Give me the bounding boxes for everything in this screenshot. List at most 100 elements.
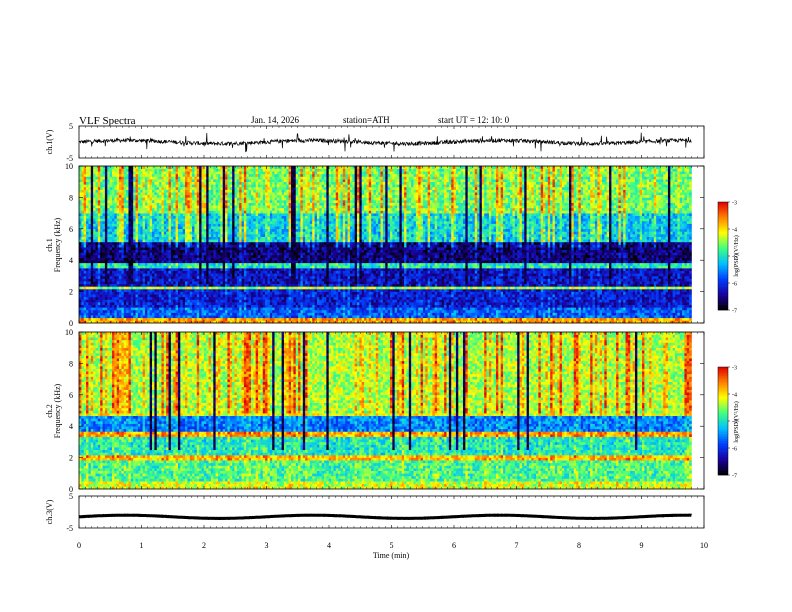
spectrogram-cell (140, 294, 143, 298)
spectrogram-cell (130, 296, 134, 300)
spectrogram-cell (126, 275, 129, 279)
spectrogram-cell (540, 278, 544, 282)
spectrogram-cell (630, 281, 633, 285)
spectrogram-cell (100, 296, 103, 300)
spectrogram-cell (159, 309, 162, 313)
spectrogram-cell (152, 288, 155, 292)
spectrogram-cell (481, 275, 485, 279)
spectrogram-cell (262, 317, 266, 321)
spectrogram-cell (521, 275, 525, 279)
spectrogram-cell (604, 309, 607, 313)
spectrogram-cell (521, 304, 525, 308)
spectrogram-cell (477, 273, 480, 277)
spectrogram-cell (243, 317, 247, 321)
spectrogram-cell (519, 273, 523, 277)
spectrogram-cell (646, 304, 650, 308)
spectrogram-cell (510, 281, 513, 285)
spectrogram-cell (458, 273, 461, 277)
spectrogram-cell (156, 317, 160, 321)
spectrogram-cell (253, 317, 256, 321)
spectrogram-cell (512, 307, 516, 311)
spectrogram-cell (404, 281, 407, 285)
spectrogram-cell (491, 294, 494, 298)
spectrogram-cell (389, 304, 393, 308)
spectrogram-cell (331, 294, 334, 298)
spectrogram-cell (660, 283, 664, 287)
spectrogram-cell (682, 278, 685, 282)
spectrogram-cell (401, 312, 405, 316)
spectrogram-cell (576, 315, 579, 319)
spectrogram-cell (378, 315, 381, 319)
spectrogram-cell (86, 315, 89, 319)
spectrogram-cell (672, 299, 676, 303)
spectrogram-cell (109, 288, 113, 292)
spectrogram-cell (430, 286, 433, 290)
spectrogram-cell (260, 307, 264, 311)
spectrogram-cell (526, 275, 530, 279)
spectrogram-cell (632, 312, 636, 316)
spectrogram-cell (267, 283, 271, 287)
spectrogram-cell (446, 307, 450, 311)
spectrogram-cell (479, 304, 483, 308)
spectrogram-cell (597, 288, 600, 292)
spectrogram-cell (281, 304, 285, 308)
spectrogram-cell (149, 286, 153, 290)
spectrogram-cell (119, 317, 122, 321)
spectrogram-cell (656, 315, 659, 319)
spectrogram-cell (415, 304, 419, 308)
spectrogram-cell (616, 294, 619, 298)
spectrogram-cell (611, 302, 615, 305)
spectrogram-cell (291, 288, 294, 292)
spectrogram-cell (585, 273, 589, 277)
spectrogram-cell (677, 281, 681, 285)
spectrogram-cell (196, 283, 200, 287)
spectrogram-cell (203, 304, 207, 308)
spectrogram-cell (639, 291, 643, 295)
spectrogram-cell (232, 299, 235, 303)
spectrogram-cell (324, 299, 327, 303)
spectrogram-cell (613, 307, 617, 311)
spectrogram-cell (594, 273, 598, 277)
spectrogram-cell (491, 309, 494, 313)
spectrogram-cell (347, 286, 351, 290)
spectrogram-cell (533, 302, 537, 305)
spectrogram-cell (236, 294, 240, 298)
spectrogram-cell (121, 315, 125, 319)
spectrogram-cell (507, 302, 511, 305)
spectrogram-cell (658, 286, 662, 290)
spectrogram-cell (107, 288, 110, 292)
spectrogram-cell (352, 273, 355, 277)
spectrogram-cell (536, 315, 539, 319)
spectrogram-cell (185, 299, 188, 303)
spectrogram-cell (637, 275, 640, 279)
spectrogram-cell (227, 302, 231, 305)
spectrogram-cell (116, 288, 120, 292)
spectrogram-cell (95, 270, 99, 274)
spectrogram-cell (479, 288, 483, 292)
spectrogram-cell (215, 317, 219, 321)
spectrogram-cell (491, 307, 494, 311)
spectrogram-cell (550, 291, 553, 295)
spectrogram-cell (364, 273, 367, 277)
spectrogram-cell (93, 296, 96, 300)
spectrogram-cell (632, 296, 636, 300)
spectrogram-cell (646, 286, 650, 290)
spectrogram-cell (543, 281, 546, 285)
spectrogram-cell (194, 296, 198, 300)
spectrogram-cell (166, 312, 169, 316)
spectrogram-cell (484, 294, 487, 298)
spectrogram-cell (135, 270, 139, 274)
spectrogram-cell (536, 281, 539, 285)
spectrogram-cell (470, 291, 473, 295)
spectrogram-cell (180, 286, 183, 290)
spectrogram-cell (420, 315, 424, 319)
spectrogram-cell (646, 294, 650, 298)
spectrogram-cell (213, 315, 216, 319)
spectrogram-cell (326, 312, 330, 316)
spectrogram-cell (517, 315, 520, 319)
spectrogram-cell (111, 283, 115, 287)
spectrogram-cell (232, 315, 235, 319)
spectrogram-cell (187, 312, 191, 316)
spectrogram-cell (83, 270, 87, 274)
spectrogram-cell (559, 275, 563, 279)
